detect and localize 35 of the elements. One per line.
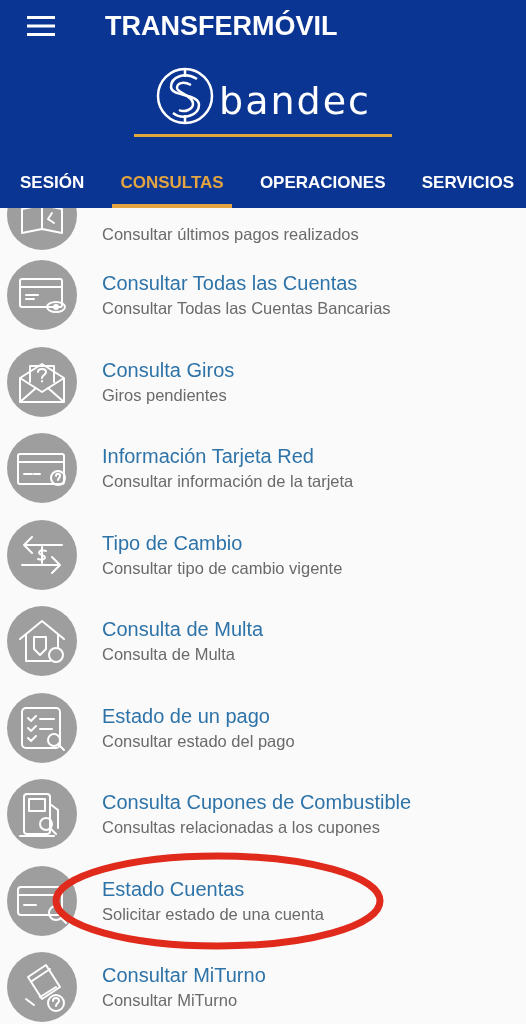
item-title[interactable]: Estado de un pago [102, 704, 295, 728]
item-subtitle: Solicitar estado de una cuenta [102, 904, 324, 924]
logo-icon [155, 65, 216, 127]
item-subtitle: Consultar últimos pagos realizados [102, 225, 359, 244]
item-title[interactable]: Información Tarjeta Red [102, 445, 354, 469]
item-subtitle: Giros pendientes [102, 385, 228, 405]
item-title[interactable]: Estado Cuentas [102, 877, 324, 901]
menu-icon[interactable] [27, 15, 55, 37]
item-title[interactable]: Consulta de Multa [102, 618, 264, 642]
item-subtitle: Consulta de Multa [102, 645, 236, 665]
item-subtitle: Consultar tipo de cambio vigente [102, 558, 343, 578]
tab[interactable]: OPERACIONES [251, 148, 394, 208]
house-badge-icon [6, 605, 78, 678]
item-subtitle: Consultas relacionadas a los cupones [102, 818, 381, 838]
item-title[interactable]: Consulta Giros [102, 358, 235, 382]
envelope-question-icon [6, 345, 78, 418]
item-subtitle: Consultar Todas las Cuentas Bancarias [102, 299, 391, 319]
card-eye-icon [6, 259, 78, 332]
card-question-icon [6, 432, 78, 505]
logo-text: bandec [219, 79, 371, 123]
item-subtitle: Consultar MiTurno [102, 991, 239, 1011]
item-subtitle: Consultar estado del pago [102, 731, 295, 751]
item-subtitle: Consultar información de la tarjeta [102, 472, 354, 492]
tab[interactable]: SESIÓN [12, 148, 93, 208]
item-title[interactable]: Consulta Cupones de Combustible [102, 791, 412, 815]
tab[interactable]: SERVICIOS [413, 148, 522, 208]
checklist-search-icon [6, 691, 78, 764]
card-search-icon [6, 864, 78, 937]
item-title[interactable]: Tipo de Cambio [102, 531, 343, 555]
fuel-pump-search-icon [6, 778, 78, 851]
tab[interactable]: CONSULTAS [112, 148, 232, 208]
item-title[interactable]: Consultar MiTurno [102, 964, 266, 988]
exchange-arrows-icon [6, 518, 78, 591]
app-title: TRANSFERMÓVIL [105, 10, 338, 42]
item-title[interactable]: Consultar Todas las Cuentas [102, 272, 391, 296]
